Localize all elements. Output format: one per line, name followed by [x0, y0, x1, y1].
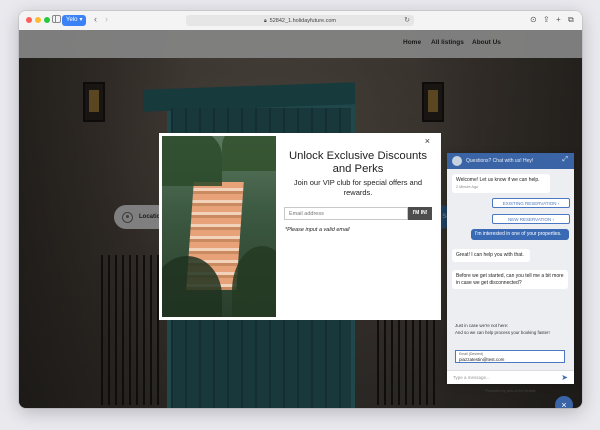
agent-avatar — [452, 156, 462, 166]
zoom-window-button[interactable] — [44, 17, 50, 23]
bot-reply-2: Before we get started, can you tell me a… — [452, 270, 568, 289]
tab-overview-icon[interactable]: ⧉ — [568, 14, 574, 25]
new-tab-icon[interactable]: + — [556, 14, 561, 25]
bot-reply-3-line1: Just in case we're not here: — [455, 323, 509, 328]
welcome-time: 2 Minute Ago — [456, 184, 479, 189]
reload-icon[interactable]: ↻ — [404, 15, 410, 26]
download-icon[interactable]: ⊙ — [530, 14, 537, 25]
existing-reservation-button[interactable]: EXISTING RESERVATION › — [492, 198, 570, 208]
chat-message-input[interactable]: Type a message... ➤ — [447, 370, 574, 384]
email-input[interactable] — [284, 207, 408, 220]
new-reservation-button[interactable]: NEW RESERVATION › — [492, 214, 570, 224]
back-icon[interactable]: ‹ — [94, 14, 97, 25]
user-message: I'm interested in one of your properties… — [471, 229, 569, 240]
hotel-palm-image — [162, 136, 276, 317]
powered-by-text: Powered by yelo.ai for rentals — [485, 389, 536, 393]
close-window-button[interactable] — [26, 17, 32, 23]
send-icon[interactable]: ➤ — [561, 373, 568, 382]
forward-icon[interactable]: › — [105, 14, 108, 25]
url-text: 52842_1.holidayfuture.com — [269, 17, 337, 24]
vip-signup-modal: × Unlock Exclusive Discounts and Perks J… — [159, 133, 441, 320]
browser-toolbar: Yelo ▾ ‹ › 🔒︎ 52842_1.holidayfuture.com … — [19, 11, 582, 31]
chat-input-placeholder: Type a message... — [453, 375, 490, 380]
im-in-button[interactable]: I'M IN! — [408, 207, 432, 220]
close-icon[interactable]: × — [425, 136, 430, 146]
new-reservation-label: NEW RESERVATION — [507, 217, 552, 222]
share-icon[interactable]: ⇪ — [543, 14, 550, 25]
address-bar[interactable]: 🔒︎ 52842_1.holidayfuture.com ↻ — [186, 15, 414, 26]
chat-title: Questions? Chat with us! Hey! — [466, 158, 534, 164]
minimize-window-button[interactable] — [35, 17, 41, 23]
close-icon: × — [561, 400, 567, 408]
page-content: Home All listings About Us Location Se ×… — [19, 30, 582, 408]
modal-subtitle: Join our VIP club for special offers and… — [293, 178, 423, 197]
profile-label: Yelo — [66, 17, 78, 23]
lock-icon: 🔒︎ — [263, 17, 267, 24]
browser-window: Yelo ▾ ‹ › 🔒︎ 52842_1.holidayfuture.com … — [19, 11, 582, 408]
chat-header: Questions? Chat with us! Hey! ⤢ — [447, 153, 574, 169]
bot-reply-3-line2: And so we can help process your booking … — [455, 330, 550, 335]
chat-close-fab[interactable]: × — [555, 396, 573, 408]
modal-title: Unlock Exclusive Discounts and Perks — [288, 150, 428, 175]
chat-email-value: piazzatestin@test.com — [459, 357, 505, 362]
expand-icon[interactable]: ⤢ — [562, 156, 568, 164]
profile-button[interactable]: Yelo ▾ — [62, 15, 87, 26]
chevron-down-icon: ▾ — [79, 17, 83, 23]
existing-reservation-label: EXISTING RESERVATION — [502, 201, 557, 206]
email-validation-message: *Please input a valid email — [285, 227, 350, 233]
chat-email-field[interactable]: Email (Desired) piazzatestin@test.com — [455, 350, 565, 363]
sidebar-toggle-icon[interactable] — [52, 15, 61, 23]
welcome-text: Welcome! Let us know if we can help. — [456, 177, 540, 183]
welcome-bubble: Welcome! Let us know if we can help. 2 M… — [452, 174, 550, 193]
chat-email-label: Email (Desired) — [459, 352, 484, 356]
chat-widget: Questions? Chat with us! Hey! ⤢ Welcome!… — [447, 153, 574, 393]
bot-reply-1: Great! I can help you with that. — [452, 249, 530, 262]
